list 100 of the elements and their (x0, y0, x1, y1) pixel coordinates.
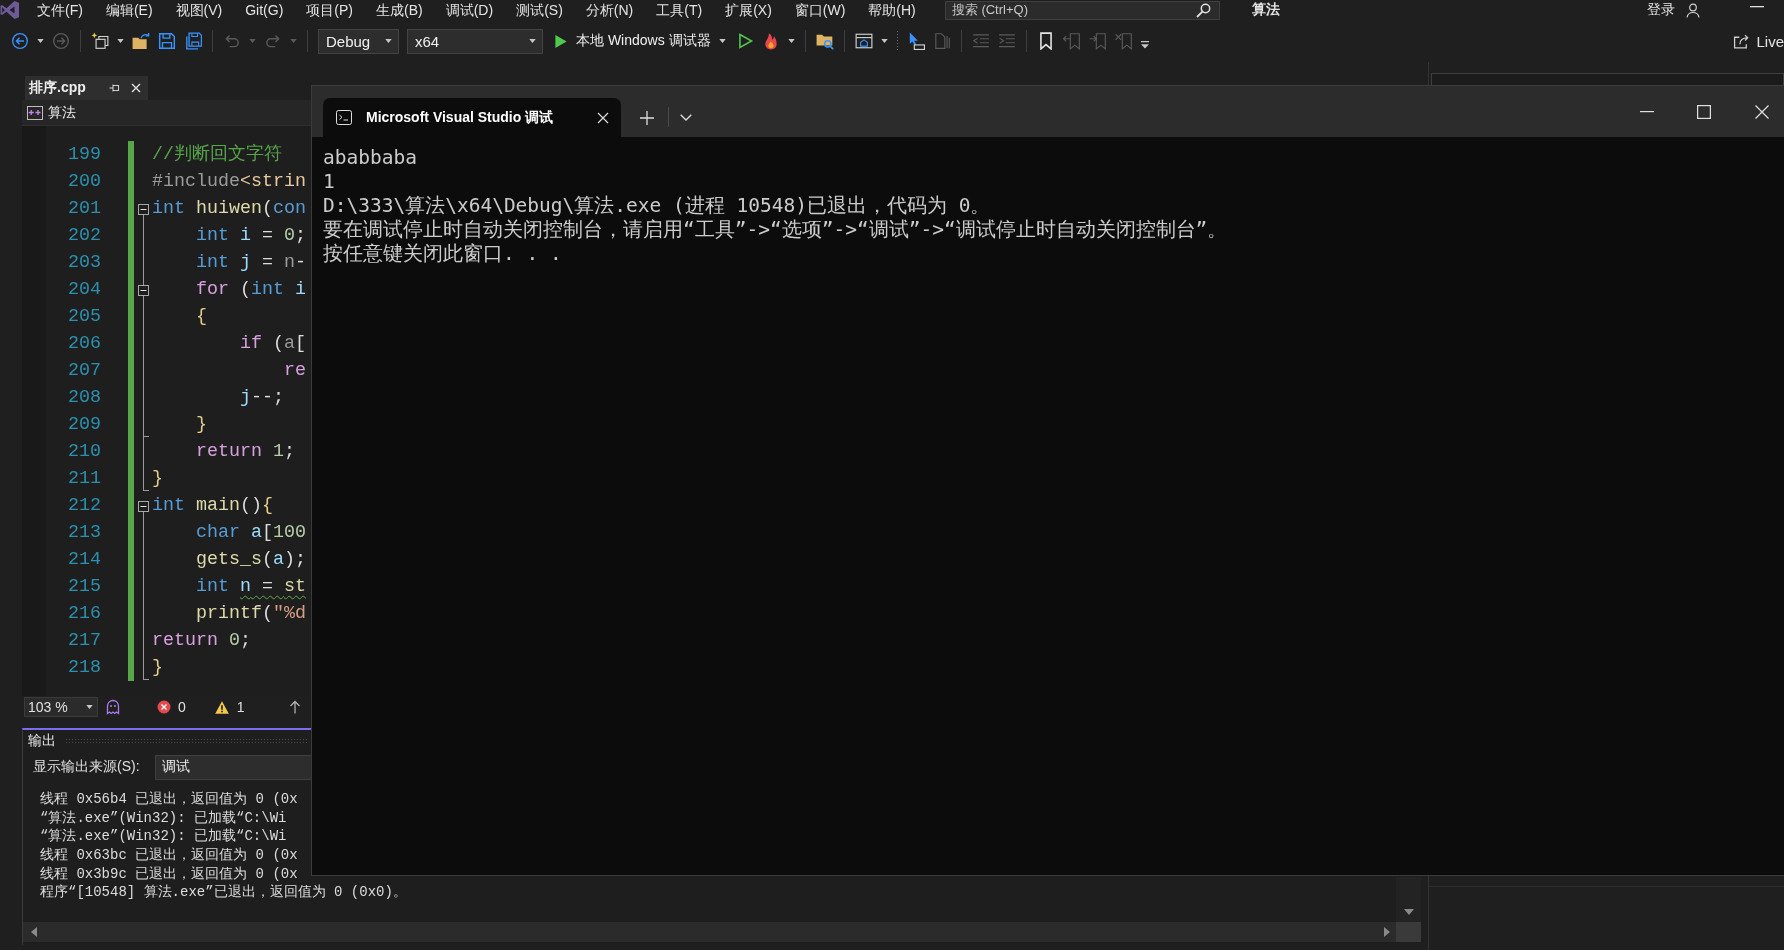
warning-count: 1 (236, 699, 245, 715)
line-number: 201 (68, 197, 101, 221)
caret-icon (718, 39, 726, 43)
caret-icon (529, 39, 536, 43)
project-name[interactable]: 算法 (48, 103, 76, 122)
error-count: 0 (178, 699, 186, 715)
code-line: int j = n- (195, 251, 306, 275)
caret-icon (385, 39, 392, 43)
search-field[interactable]: 搜索 (Ctrl+Q) (944, 0, 1220, 20)
up-arrow-icon[interactable] (287, 700, 302, 714)
maximize-icon[interactable] (1697, 104, 1711, 119)
output-line: 线程 0x63bc 已退出，返回值为 0 (0x (40, 846, 298, 865)
console-tab[interactable]: Microsoft Visual Studio 调试 (323, 98, 621, 137)
output-line: “算法.exe”(Win32): 已加载“C:\Wi (40, 827, 287, 847)
folder-search-icon[interactable] (815, 32, 834, 50)
console-line: D:\333\算法\x64\Debug\算法.exe (进程 10548)已退出，代码为 0。 (323, 194, 991, 218)
menu-item[interactable]: 分析(N) (585, 1, 634, 19)
line-number: 208 (68, 386, 101, 410)
code-line: gets_s(a); (195, 548, 306, 572)
dropdown[interactable]: Debug (318, 28, 399, 54)
menu-item[interactable]: 扩展(X) (725, 1, 772, 19)
run-button[interactable]: 本地 Windows 调试器 (551, 32, 728, 50)
menu-item[interactable]: 工具(T) (656, 1, 703, 19)
chevron-down-icon[interactable] (680, 114, 692, 121)
person-icon[interactable] (1686, 2, 1700, 18)
line-number: 212 (68, 494, 101, 518)
collapse-icon[interactable] (138, 285, 149, 296)
minimize-icon[interactable] (1640, 110, 1654, 113)
line-number: 210 (68, 440, 101, 464)
menu-item[interactable]: 编辑(E) (105, 1, 153, 19)
code-line: int huiwen(con (152, 197, 306, 221)
plus-icon[interactable] (640, 111, 654, 125)
source-dropdown[interactable]: 调试 (154, 754, 312, 780)
line-number: 218 (68, 656, 101, 680)
code-line: } (152, 656, 163, 680)
play-icon (553, 33, 568, 49)
line-number: 204 (68, 278, 101, 302)
line-number: 209 (68, 413, 101, 437)
open-folder-icon[interactable] (132, 32, 150, 50)
horizontal-scrollbar[interactable] (23, 922, 1396, 942)
menu-item[interactable]: 生成(B) (376, 1, 423, 19)
line-number: 211 (68, 467, 101, 491)
console-line: 1 (323, 170, 335, 194)
caret-icon (86, 705, 93, 709)
menu-item[interactable]: Git(G) (245, 1, 284, 19)
menu-item[interactable]: 帮助(H) (868, 1, 916, 19)
menu-item[interactable]: 窗口(W) (794, 1, 846, 19)
pin-icon[interactable] (109, 83, 121, 93)
collapse-icon[interactable] (138, 204, 149, 215)
scrollbar-corner (1396, 922, 1421, 942)
scroll-right-icon[interactable] (1384, 927, 1390, 937)
minimize-icon[interactable] (1750, 6, 1764, 8)
overflow-caret-icon[interactable] (1140, 41, 1149, 49)
dropdown[interactable]: x64 (407, 28, 543, 54)
live-share-button[interactable]: Live (1733, 32, 1784, 50)
output-line: 线程 0x56b4 已退出，返回值为 0 (0x (40, 790, 298, 809)
source-label: 显示输出来源(S): (33, 758, 140, 776)
menu-item[interactable]: 文件(F) (37, 1, 83, 19)
code-line: return 0; (152, 629, 251, 653)
caret-icon[interactable] (37, 39, 44, 43)
line-number: 202 (68, 224, 101, 248)
close-icon[interactable] (597, 111, 609, 124)
close-icon[interactable] (1755, 104, 1769, 119)
search-field[interactable] (1431, 73, 1784, 85)
code-line: int main(){ (152, 494, 273, 518)
scroll-down-icon[interactable] (1403, 909, 1414, 915)
menu-item[interactable]: 调试(D) (445, 1, 494, 19)
caret-icon[interactable] (117, 39, 124, 43)
search-icon[interactable] (1195, 2, 1211, 18)
collapse-icon[interactable] (138, 501, 149, 512)
vertical-scrollbar[interactable] (1396, 877, 1421, 922)
code-line: if (a[ (239, 332, 306, 356)
code-line: int n = st (195, 575, 306, 599)
zoom-dropdown[interactable]: 103 % (24, 697, 98, 717)
toolbar-grip[interactable] (895, 30, 899, 52)
browser-window-icon[interactable] (854, 32, 873, 50)
code-line: j--; (239, 386, 284, 410)
document-tab[interactable]: 排序.cpp (25, 76, 148, 100)
caret-icon[interactable] (880, 39, 888, 43)
menu-item[interactable]: 项目(P) (306, 1, 353, 19)
line-number: 216 (68, 602, 101, 626)
floppy-disk-icon[interactable] (158, 32, 176, 50)
scroll-left-icon[interactable] (31, 927, 37, 937)
warning-icon[interactable] (214, 700, 229, 714)
line-number: 217 (68, 629, 101, 653)
caret-icon[interactable] (787, 39, 795, 43)
solution-name: 算法 (1251, 1, 1280, 19)
ghost-icon[interactable] (105, 699, 121, 715)
code-line: return 1; (195, 440, 295, 464)
menu-item[interactable]: 视图(V) (175, 1, 223, 19)
floppy-disks-icon[interactable] (184, 32, 202, 50)
new-window-icon[interactable] (91, 32, 109, 50)
line-number: 207 (68, 359, 101, 383)
close-icon[interactable] (131, 83, 141, 93)
output-line: 线程 0x3b9c 已退出，返回值为 0 (0x (40, 864, 298, 884)
menu-item[interactable]: 测试(S) (516, 1, 563, 19)
sign-in-link[interactable]: 登录 (1647, 1, 1675, 19)
error-icon[interactable] (157, 700, 171, 714)
code-line: { (195, 305, 207, 329)
panel-title: 输出 (28, 732, 56, 750)
